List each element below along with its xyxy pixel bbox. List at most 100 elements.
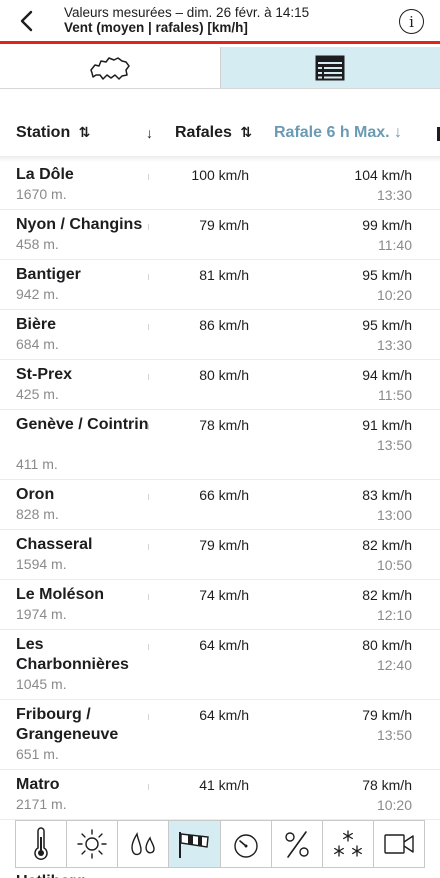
- station-name: Nyon / Changins: [16, 216, 143, 233]
- station-altitude: 651 m.: [16, 746, 59, 762]
- max-gust-time: 13:00: [376, 507, 412, 523]
- sort-toggle-icon: ⇅: [240, 124, 253, 140]
- max-gust-time: 11:40: [378, 237, 412, 253]
- max-gust-value: 95 km/h: [362, 267, 412, 283]
- gauge-icon: [233, 834, 258, 858]
- column-divider: [148, 784, 149, 790]
- tool-temperature[interactable]: [16, 821, 68, 867]
- tool-precipitation[interactable]: [118, 821, 170, 867]
- info-icon: i: [409, 12, 414, 31]
- station-name: Les Charbonnières: [16, 636, 129, 673]
- column-divider: [148, 274, 149, 280]
- info-button[interactable]: i: [399, 9, 424, 34]
- max-gust-time: 10:20: [376, 797, 412, 813]
- tool-humidity[interactable]: [272, 821, 323, 867]
- station-row[interactable]: Matro 2171 m. 41 km/h 78 km/h 10:20: [0, 770, 440, 820]
- gust-value: 64 km/h: [199, 707, 249, 723]
- gust-value: 80 km/h: [199, 367, 249, 383]
- gust-value: 74 km/h: [199, 587, 249, 603]
- max-gust-value: 82 km/h: [362, 537, 412, 553]
- station-name: Fribourg / Grangeneuve: [16, 706, 119, 743]
- column-divider: [148, 544, 149, 550]
- max-gust-value: 91 km/h: [362, 417, 412, 433]
- gust-value: 79 km/h: [199, 217, 249, 233]
- station-altitude: 684 m.: [16, 336, 59, 352]
- station-row[interactable]: Bière 684 m. 86 km/h 95 km/h 13:30: [0, 310, 440, 360]
- sort-by-max-gust[interactable]: Rafale 6 h Max. ↓: [274, 124, 402, 142]
- max-gust-time: 12:10: [376, 607, 412, 623]
- station-row[interactable]: Les Charbonnières 1045 m. 64 km/h 80 km/h 12…: [0, 630, 440, 700]
- tool-webcam[interactable]: [374, 821, 424, 867]
- gust-value: 100 km/h: [191, 167, 249, 183]
- station-row[interactable]: Fribourg / Grangeneuve 651 m. 64 km/h 79 km…: [0, 700, 440, 770]
- tool-pressure[interactable]: [221, 821, 272, 867]
- gust-value: 78 km/h: [199, 417, 249, 433]
- max-gust-time: 12:40: [376, 657, 412, 673]
- sort-by-station[interactable]: Station ⇅: [16, 124, 90, 142]
- column-divider: [148, 224, 149, 230]
- max-gust-time: 13:30: [376, 187, 412, 203]
- parameter-toolbar: [15, 820, 425, 868]
- gust-value: 64 km/h: [199, 637, 249, 653]
- station-altitude: 1974 m.: [16, 606, 67, 622]
- max-gust-value: 82 km/h: [362, 587, 412, 603]
- chevron-left-icon: [20, 10, 33, 32]
- thermometer-icon: [34, 827, 48, 860]
- view-switcher: [0, 47, 440, 89]
- station-name: Bière: [16, 316, 57, 333]
- column-divider: [148, 424, 149, 430]
- raindrops-icon: [131, 832, 156, 856]
- sort-by-gusts[interactable]: Rafales ⇅: [175, 124, 252, 142]
- station-name: Matro: [16, 776, 60, 793]
- station-row[interactable]: Chasseral 1594 m. 79 km/h 82 km/h 10:50: [0, 530, 440, 580]
- next-station-peek: Uetliberg: [16, 873, 85, 878]
- max-gust-value: 83 km/h: [362, 487, 412, 503]
- max-gust-value: 95 km/h: [362, 317, 412, 333]
- gust-value: 81 km/h: [199, 267, 249, 283]
- station-altitude: 1594 m.: [16, 556, 67, 572]
- tab-map[interactable]: [0, 47, 221, 88]
- back-button[interactable]: [12, 7, 40, 35]
- gust-value: 41 km/h: [199, 777, 249, 793]
- gust-value: 66 km/h: [199, 487, 249, 503]
- column-divider: [148, 324, 149, 330]
- video-camera-icon: [384, 834, 414, 854]
- station-altitude: 1045 m.: [16, 676, 67, 692]
- column-divider: [148, 494, 149, 500]
- tool-sunshine[interactable]: [67, 821, 119, 867]
- station-name: Genève / Cointrin: [16, 416, 149, 433]
- station-row[interactable]: Oron 828 m. 66 km/h 83 km/h 13:00: [0, 480, 440, 530]
- station-name: St-Prex: [16, 366, 73, 383]
- station-altitude: 458 m.: [16, 236, 59, 252]
- max-gust-time: 13:50: [376, 437, 412, 453]
- gust-value: 86 km/h: [199, 317, 249, 333]
- header-title: Valeurs mesurées – dim. 26 févr. à 14:15…: [64, 5, 309, 35]
- max-gust-time: 10:20: [376, 287, 412, 303]
- max-gust-value: 94 km/h: [362, 367, 412, 383]
- column-divider: [148, 174, 149, 180]
- switzerland-map-icon: [90, 56, 130, 80]
- sort-down-icon[interactable]: ↓: [146, 125, 153, 141]
- station-list: La Dôle 1670 m. 100 km/h 104 km/h 13:30 Nyon …: [0, 160, 440, 820]
- parameter-title: Vent (moyen | rafales) [km/h]: [64, 20, 248, 35]
- windsock-icon: [179, 832, 210, 858]
- station-row[interactable]: Genève / Cointrin 411 m. 78 km/h 91 km/h 13:…: [0, 410, 440, 480]
- sort-toggle-icon: ⇅: [78, 124, 91, 140]
- tool-snow[interactable]: [323, 821, 374, 867]
- station-header-label: Station: [16, 124, 71, 141]
- app-header: Valeurs mesurées – dim. 26 févr. à 14:15…: [0, 0, 440, 44]
- max-gust-value: 104 km/h: [354, 167, 412, 183]
- station-name: Oron: [16, 486, 55, 503]
- measurement-timestamp: Valeurs mesurées – dim. 26 févr. à 14:15: [64, 5, 310, 20]
- max-gust-value: 78 km/h: [362, 777, 412, 793]
- max-gust-time: 13:50: [376, 727, 412, 743]
- station-row[interactable]: St-Prex 425 m. 80 km/h 94 km/h 11:50: [0, 360, 440, 410]
- station-altitude: 828 m.: [16, 506, 59, 522]
- station-row[interactable]: Nyon / Changins 458 m. 79 km/h 99 km/h 11:40: [0, 210, 440, 260]
- station-row[interactable]: Bantiger 942 m. 81 km/h 95 km/h 10:20: [0, 260, 440, 310]
- tool-wind[interactable]: [169, 821, 221, 867]
- station-row[interactable]: Le Moléson 1974 m. 74 km/h 82 km/h 12:10: [0, 580, 440, 630]
- tab-list[interactable]: [220, 47, 440, 88]
- max-gust-time: 10:50: [376, 557, 412, 573]
- station-row[interactable]: La Dôle 1670 m. 100 km/h 104 km/h 13:30: [0, 160, 440, 210]
